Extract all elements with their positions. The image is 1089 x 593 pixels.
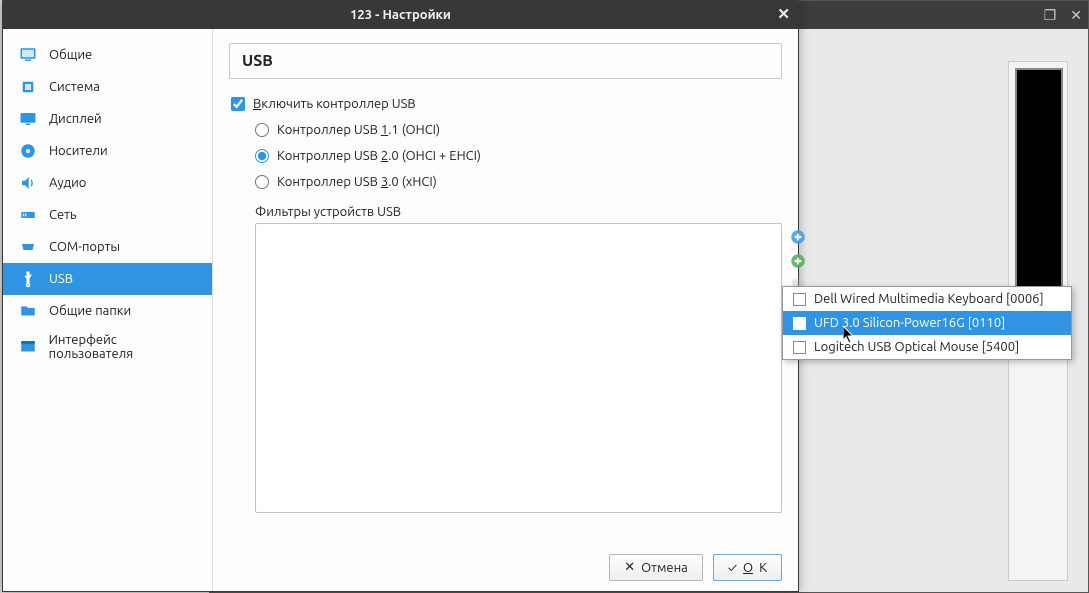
sidebar-item-usb[interactable]: USB bbox=[3, 263, 212, 295]
ok-icon: ✓ bbox=[728, 561, 737, 575]
filters-label: Фильтры устройств USB bbox=[255, 205, 782, 219]
disk-icon bbox=[17, 141, 39, 161]
enable-usb-label: Включить контроллер USB bbox=[253, 97, 416, 111]
usb-2-0-input[interactable] bbox=[255, 149, 269, 163]
close-icon[interactable]: ✕ bbox=[777, 5, 790, 23]
usb-2-0-radio[interactable]: Контроллер USB 2.0 (OHCI + EHCI) bbox=[255, 149, 782, 163]
monitor-icon bbox=[17, 45, 39, 65]
popup-item-ufd[interactable]: UFD 3.0 Silicon-Power16G [0110] bbox=[783, 311, 1071, 335]
settings-panel: USB Включить контроллер USB Контроллер U… bbox=[213, 29, 798, 591]
vm-screen-thumb bbox=[1015, 68, 1063, 318]
popup-item-label: UFD 3.0 Silicon-Power16G [0110] bbox=[814, 316, 1005, 330]
enable-usb-input[interactable] bbox=[231, 97, 245, 111]
maximize-icon[interactable]: ❐ bbox=[1044, 7, 1057, 24]
sidebar-item-label: Общие папки bbox=[49, 304, 131, 318]
usb-1-1-radio[interactable]: Контроллер USB 1.1 (OHCI) bbox=[255, 123, 782, 137]
sidebar-item-label: Сеть bbox=[49, 208, 77, 222]
sidebar-item-label: Дисплей bbox=[49, 112, 102, 126]
ui-icon bbox=[17, 337, 39, 357]
popup-checkbox[interactable] bbox=[793, 341, 806, 354]
sidebar-item-label: COM-порты bbox=[49, 240, 120, 254]
sidebar-item-label: Общие bbox=[49, 48, 92, 62]
popup-item-label: Dell Wired Multimedia Keyboard [0006] bbox=[814, 292, 1044, 306]
ok-button[interactable]: ✓ OK bbox=[713, 554, 782, 581]
enable-usb-checkbox[interactable]: Включить контроллер USB bbox=[231, 97, 782, 111]
usb-3-0-input[interactable] bbox=[255, 175, 269, 189]
sidebar-item-label: Интерфейс пользователя bbox=[49, 333, 202, 361]
popup-checkbox[interactable] bbox=[793, 293, 806, 306]
dialog-title: 123 - Настройки bbox=[350, 8, 451, 22]
sidebar-item-storage[interactable]: Носители bbox=[3, 135, 212, 167]
sidebar-item-shared-folders[interactable]: Общие папки bbox=[3, 295, 212, 327]
display-icon bbox=[17, 109, 39, 129]
settings-dialog: 123 - Настройки ✕ Общие Система Дисплей … bbox=[2, 0, 799, 592]
popup-item-keyboard[interactable]: Dell Wired Multimedia Keyboard [0006] bbox=[783, 287, 1071, 311]
usb-device-popup[interactable]: Dell Wired Multimedia Keyboard [0006] UF… bbox=[782, 286, 1072, 360]
sidebar-item-ui[interactable]: Интерфейс пользователя bbox=[3, 327, 212, 367]
serial-port-icon bbox=[17, 237, 39, 257]
settings-sidebar: Общие Система Дисплей Носители Аудио Сет… bbox=[3, 29, 213, 591]
popup-item-label: Logitech USB Optical Mouse [5400] bbox=[814, 340, 1019, 354]
close-icon[interactable]: ✕ bbox=[1070, 7, 1082, 24]
usb-2-0-label: Контроллер USB 2.0 (OHCI + EHCI) bbox=[277, 149, 481, 163]
add-empty-filter-icon[interactable] bbox=[789, 228, 807, 246]
popup-item-mouse[interactable]: Logitech USB Optical Mouse [5400] bbox=[783, 335, 1071, 359]
sidebar-item-system[interactable]: Система bbox=[3, 71, 212, 103]
panel-title: USB bbox=[229, 43, 782, 79]
sidebar-item-general[interactable]: Общие bbox=[3, 39, 212, 71]
cancel-button[interactable]: ✕ Отмена bbox=[609, 554, 703, 581]
sidebar-item-display[interactable]: Дисплей bbox=[3, 103, 212, 135]
usb-3-0-radio[interactable]: Контроллер USB 3.0 (xHCI) bbox=[255, 175, 782, 189]
sidebar-item-serial[interactable]: COM-порты bbox=[3, 231, 212, 263]
usb-1-1-label: Контроллер USB 1.1 (OHCI) bbox=[277, 123, 440, 137]
sidebar-item-label: USB bbox=[49, 272, 73, 286]
cancel-icon: ✕ bbox=[624, 560, 635, 575]
dialog-titlebar[interactable]: 123 - Настройки ✕ bbox=[3, 1, 798, 29]
dialog-footer: ✕ Отмена ✓ OK bbox=[229, 544, 782, 581]
sidebar-item-audio[interactable]: Аудио bbox=[3, 167, 212, 199]
folder-icon bbox=[17, 301, 39, 321]
usb-filters-list[interactable] bbox=[255, 223, 782, 513]
sidebar-item-label: Система bbox=[49, 80, 100, 94]
usb-1-1-input[interactable] bbox=[255, 123, 269, 137]
sidebar-item-label: Аудио bbox=[49, 176, 86, 190]
usb-icon bbox=[17, 269, 39, 289]
speaker-icon bbox=[17, 173, 39, 193]
chip-icon bbox=[17, 77, 39, 97]
popup-checkbox[interactable] bbox=[793, 317, 806, 330]
sidebar-item-network[interactable]: Сеть bbox=[3, 199, 212, 231]
network-icon bbox=[17, 205, 39, 225]
add-device-filter-icon[interactable] bbox=[789, 252, 807, 270]
sidebar-item-label: Носители bbox=[49, 144, 108, 158]
usb-3-0-label: Контроллер USB 3.0 (xHCI) bbox=[277, 175, 437, 189]
